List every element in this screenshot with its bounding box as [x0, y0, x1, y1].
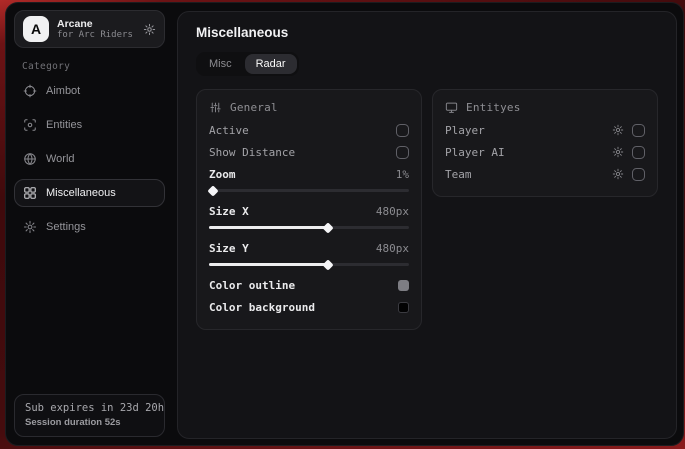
app-window: A Arcane for Arc Riders Category	[5, 2, 684, 446]
entities-card-header: Entityes	[445, 101, 645, 114]
sidebar-item-settings[interactable]: Settings	[14, 213, 165, 241]
color-background-label: Color background	[209, 301, 315, 314]
crosshair-icon	[23, 84, 37, 98]
gear-icon	[23, 220, 37, 234]
team-label: Team	[445, 168, 472, 181]
color-outline-swatch[interactable]	[398, 280, 409, 291]
player-checkbox[interactable]	[632, 124, 645, 137]
size-x-label: Size X	[209, 205, 249, 218]
monitor-icon	[445, 101, 458, 114]
sidebar-item-miscellaneous[interactable]: Miscellaneous	[14, 179, 165, 207]
color-outline-row: Color outline	[209, 274, 409, 296]
sidebar-item-label: Aimbot	[46, 85, 80, 97]
size-y-value: 480px	[376, 242, 409, 255]
sub-expires-text: Sub expires in 23d 20h	[25, 402, 154, 414]
player-ai-row: Player AI	[445, 141, 645, 163]
scan-icon	[23, 118, 37, 132]
player-ai-checkbox[interactable]	[632, 146, 645, 159]
sidebar: A Arcane for Arc Riders Category	[6, 3, 172, 445]
cards-row: General Active Show Distance Zoom 1%	[196, 89, 658, 330]
size-y-slider[interactable]	[209, 259, 409, 270]
show-distance-row: Show Distance	[209, 141, 409, 163]
show-distance-checkbox[interactable]	[396, 146, 409, 159]
logo-card: A Arcane for Arc Riders	[14, 10, 165, 48]
sidebar-item-world[interactable]: World	[14, 145, 165, 173]
tab-misc[interactable]: Misc	[198, 54, 243, 74]
sidebar-item-aimbot[interactable]: Aimbot	[14, 77, 165, 105]
globe-icon	[23, 152, 37, 166]
active-row: Active	[209, 119, 409, 141]
sidebar-item-label: Settings	[46, 221, 86, 233]
color-outline-label: Color outline	[209, 279, 295, 292]
active-label: Active	[209, 124, 249, 137]
sidebar-item-label: World	[46, 153, 75, 165]
page-title: Miscellaneous	[196, 25, 658, 40]
size-x-slider[interactable]	[209, 222, 409, 233]
app-title: Arcane	[57, 18, 135, 30]
sidebar-nav: Aimbot Entities World	[14, 77, 165, 241]
player-ai-label: Player AI	[445, 146, 505, 159]
size-y-row: Size Y 480px	[209, 237, 409, 259]
zoom-row: Zoom 1%	[209, 163, 409, 185]
session-duration-text: Session duration 52s	[25, 417, 154, 428]
category-label: Category	[22, 61, 165, 72]
player-row: Player	[445, 119, 645, 141]
sidebar-item-entities[interactable]: Entities	[14, 111, 165, 139]
active-checkbox[interactable]	[396, 124, 409, 137]
slider-fill	[209, 226, 329, 229]
gear-icon[interactable]	[143, 23, 156, 36]
zoom-value: 1%	[396, 168, 409, 181]
entities-card: Entityes Player P	[432, 89, 658, 197]
app-subtitle: for Arc Riders	[57, 30, 135, 41]
slider-handle[interactable]	[207, 185, 218, 196]
main-panel: Miscellaneous Misc Radar General Active	[177, 11, 677, 439]
logo-text: Arcane for Arc Riders	[57, 18, 135, 41]
tab-radar[interactable]: Radar	[245, 54, 297, 74]
slider-fill	[209, 263, 329, 266]
show-distance-label: Show Distance	[209, 146, 295, 159]
gear-icon[interactable]	[612, 146, 624, 158]
general-card-header: General	[209, 101, 409, 114]
gear-icon[interactable]	[612, 168, 624, 180]
team-row: Team	[445, 163, 645, 185]
slider-handle[interactable]	[322, 259, 333, 270]
general-card: General Active Show Distance Zoom 1%	[196, 89, 422, 330]
tab-bar: Misc Radar	[196, 52, 299, 76]
team-checkbox[interactable]	[632, 168, 645, 181]
player-label: Player	[445, 124, 485, 137]
entities-card-title: Entityes	[466, 101, 521, 114]
size-y-label: Size Y	[209, 242, 249, 255]
subscription-info-card: Sub expires in 23d 20h Session duration …	[14, 394, 165, 437]
color-background-swatch[interactable]	[398, 302, 409, 313]
general-card-title: General	[230, 101, 278, 114]
gear-icon[interactable]	[612, 124, 624, 136]
grid-icon	[23, 186, 37, 200]
slider-handle[interactable]	[322, 222, 333, 233]
app-logo: A	[23, 16, 49, 42]
sliders-icon	[209, 101, 222, 114]
color-background-row: Color background	[209, 296, 409, 318]
slider-track[interactable]	[209, 189, 409, 192]
zoom-slider[interactable]	[209, 185, 409, 196]
sidebar-item-label: Miscellaneous	[46, 187, 116, 199]
size-x-row: Size X 480px	[209, 200, 409, 222]
zoom-label: Zoom	[209, 168, 236, 181]
sidebar-item-label: Entities	[46, 119, 82, 131]
size-x-value: 480px	[376, 205, 409, 218]
